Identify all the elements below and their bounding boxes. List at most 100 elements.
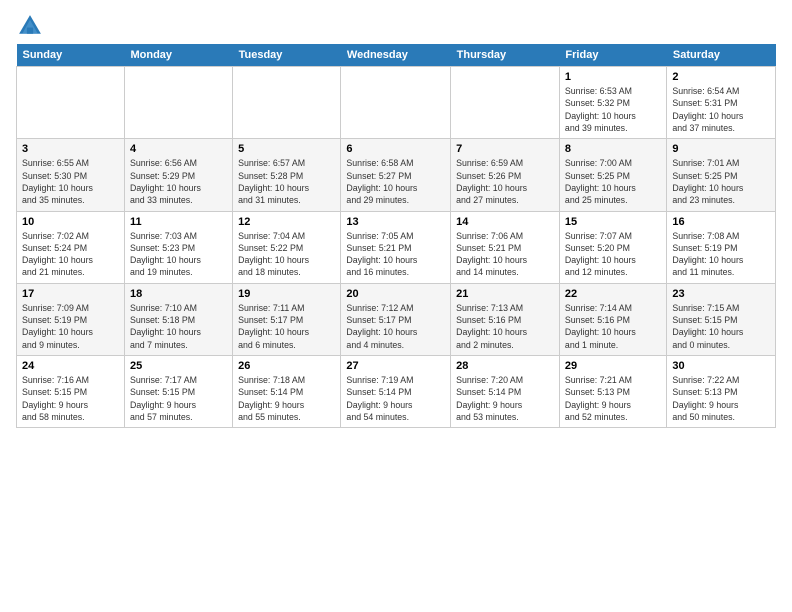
day-number: 9 xyxy=(672,143,770,155)
day-info: Sunrise: 7:20 AM Sunset: 5:14 PM Dayligh… xyxy=(456,374,554,423)
day-number: 23 xyxy=(672,288,770,300)
day-info: Sunrise: 7:02 AM Sunset: 5:24 PM Dayligh… xyxy=(22,230,119,279)
day-cell: 11 Sunrise: 7:03 AM Sunset: 5:23 PM Dayli… xyxy=(124,211,232,283)
day-number: 18 xyxy=(130,288,227,300)
day-cell: 29 Sunrise: 7:21 AM Sunset: 5:13 PM Dayli… xyxy=(559,356,666,428)
day-number: 10 xyxy=(22,216,119,228)
col-header-thursday: Thursday xyxy=(451,44,560,67)
day-number: 5 xyxy=(238,143,335,155)
header xyxy=(16,12,776,40)
day-info: Sunrise: 7:10 AM Sunset: 5:18 PM Dayligh… xyxy=(130,302,227,351)
day-number: 19 xyxy=(238,288,335,300)
col-header-sunday: Sunday xyxy=(17,44,125,67)
day-number: 30 xyxy=(672,360,770,372)
day-info: Sunrise: 7:22 AM Sunset: 5:13 PM Dayligh… xyxy=(672,374,770,423)
day-number: 12 xyxy=(238,216,335,228)
day-info: Sunrise: 7:16 AM Sunset: 5:15 PM Dayligh… xyxy=(22,374,119,423)
day-number: 28 xyxy=(456,360,554,372)
day-number: 2 xyxy=(672,71,770,83)
day-cell: 6 Sunrise: 6:58 AM Sunset: 5:27 PM Daylig… xyxy=(341,139,451,211)
col-header-friday: Friday xyxy=(559,44,666,67)
day-info: Sunrise: 7:01 AM Sunset: 5:25 PM Dayligh… xyxy=(672,157,770,206)
day-number: 13 xyxy=(346,216,445,228)
day-info: Sunrise: 7:12 AM Sunset: 5:17 PM Dayligh… xyxy=(346,302,445,351)
day-number: 4 xyxy=(130,143,227,155)
day-info: Sunrise: 6:57 AM Sunset: 5:28 PM Dayligh… xyxy=(238,157,335,206)
day-cell xyxy=(17,67,125,139)
day-info: Sunrise: 7:17 AM Sunset: 5:15 PM Dayligh… xyxy=(130,374,227,423)
day-cell: 12 Sunrise: 7:04 AM Sunset: 5:22 PM Dayli… xyxy=(233,211,341,283)
day-cell: 28 Sunrise: 7:20 AM Sunset: 5:14 PM Dayli… xyxy=(451,356,560,428)
day-number: 11 xyxy=(130,216,227,228)
day-cell: 14Sunrise: 7:06 AM Sunset: 5:21 PM Dayli… xyxy=(451,211,560,283)
day-number: 6 xyxy=(346,143,445,155)
day-info: Sunrise: 7:11 AM Sunset: 5:17 PM Dayligh… xyxy=(238,302,335,351)
page: SundayMondayTuesdayWednesdayThursdayFrid… xyxy=(0,0,792,440)
day-cell: 1 Sunrise: 6:53 AM Sunset: 5:32 PM Daylig… xyxy=(559,67,666,139)
day-cell: 22 Sunrise: 7:14 AM Sunset: 5:16 PM Dayli… xyxy=(559,283,666,355)
day-cell: 3 Sunrise: 6:55 AM Sunset: 5:30 PM Daylig… xyxy=(17,139,125,211)
day-info: Sunrise: 6:54 AM Sunset: 5:31 PM Dayligh… xyxy=(672,85,770,134)
day-info: Sunrise: 7:19 AM Sunset: 5:14 PM Dayligh… xyxy=(346,374,445,423)
day-number: 1 xyxy=(565,71,661,83)
day-info: Sunrise: 7:14 AM Sunset: 5:16 PM Dayligh… xyxy=(565,302,661,351)
day-number: 21 xyxy=(456,288,554,300)
week-row-3: 10 Sunrise: 7:02 AM Sunset: 5:24 PM Dayli… xyxy=(17,211,776,283)
day-cell xyxy=(451,67,560,139)
day-cell: 17Sunrise: 7:09 AM Sunset: 5:19 PM Dayli… xyxy=(17,283,125,355)
day-info: Sunrise: 6:58 AM Sunset: 5:27 PM Dayligh… xyxy=(346,157,445,206)
col-header-wednesday: Wednesday xyxy=(341,44,451,67)
day-info: Sunrise: 7:05 AM Sunset: 5:21 PM Dayligh… xyxy=(346,230,445,279)
week-row-2: 3 Sunrise: 6:55 AM Sunset: 5:30 PM Daylig… xyxy=(17,139,776,211)
day-number: 7 xyxy=(456,143,554,155)
day-info: Sunrise: 7:08 AM Sunset: 5:19 PM Dayligh… xyxy=(672,230,770,279)
day-cell: 20 Sunrise: 7:12 AM Sunset: 5:17 PM Dayli… xyxy=(341,283,451,355)
day-number: 8 xyxy=(565,143,661,155)
day-info: Sunrise: 7:13 AM Sunset: 5:16 PM Dayligh… xyxy=(456,302,554,351)
day-cell: 18 Sunrise: 7:10 AM Sunset: 5:18 PM Dayli… xyxy=(124,283,232,355)
day-number: 26 xyxy=(238,360,335,372)
day-cell: 23 Sunrise: 7:15 AM Sunset: 5:15 PM Dayli… xyxy=(667,283,776,355)
day-cell: 19 Sunrise: 7:11 AM Sunset: 5:17 PM Dayli… xyxy=(233,283,341,355)
day-info: Sunrise: 7:18 AM Sunset: 5:14 PM Dayligh… xyxy=(238,374,335,423)
day-cell: 2 Sunrise: 6:54 AM Sunset: 5:31 PM Daylig… xyxy=(667,67,776,139)
week-row-4: 17Sunrise: 7:09 AM Sunset: 5:19 PM Dayli… xyxy=(17,283,776,355)
day-cell: 25Sunrise: 7:17 AM Sunset: 5:15 PM Dayli… xyxy=(124,356,232,428)
day-info: Sunrise: 7:04 AM Sunset: 5:22 PM Dayligh… xyxy=(238,230,335,279)
day-number: 15 xyxy=(565,216,661,228)
day-number: 29 xyxy=(565,360,661,372)
day-cell: 26 Sunrise: 7:18 AM Sunset: 5:14 PM Dayli… xyxy=(233,356,341,428)
day-cell: 7 Sunrise: 6:59 AM Sunset: 5:26 PM Daylig… xyxy=(451,139,560,211)
day-number: 3 xyxy=(22,143,119,155)
day-info: Sunrise: 6:53 AM Sunset: 5:32 PM Dayligh… xyxy=(565,85,661,134)
col-header-saturday: Saturday xyxy=(667,44,776,67)
day-cell: 16Sunrise: 7:08 AM Sunset: 5:19 PM Dayli… xyxy=(667,211,776,283)
day-info: Sunrise: 6:59 AM Sunset: 5:26 PM Dayligh… xyxy=(456,157,554,206)
day-cell: 30 Sunrise: 7:22 AM Sunset: 5:13 PM Dayli… xyxy=(667,356,776,428)
day-cell: 5 Sunrise: 6:57 AM Sunset: 5:28 PM Daylig… xyxy=(233,139,341,211)
day-info: Sunrise: 7:21 AM Sunset: 5:13 PM Dayligh… xyxy=(565,374,661,423)
day-cell xyxy=(341,67,451,139)
day-number: 24 xyxy=(22,360,119,372)
day-cell: 9 Sunrise: 7:01 AM Sunset: 5:25 PM Daylig… xyxy=(667,139,776,211)
logo-icon xyxy=(16,12,44,40)
day-cell xyxy=(124,67,232,139)
logo xyxy=(16,12,48,40)
day-cell: 4 Sunrise: 6:56 AM Sunset: 5:29 PM Daylig… xyxy=(124,139,232,211)
col-header-tuesday: Tuesday xyxy=(233,44,341,67)
week-row-1: 1 Sunrise: 6:53 AM Sunset: 5:32 PM Daylig… xyxy=(17,67,776,139)
day-cell: 15Sunrise: 7:07 AM Sunset: 5:20 PM Dayli… xyxy=(559,211,666,283)
day-info: Sunrise: 6:56 AM Sunset: 5:29 PM Dayligh… xyxy=(130,157,227,206)
day-cell: 24 Sunrise: 7:16 AM Sunset: 5:15 PM Dayli… xyxy=(17,356,125,428)
day-number: 20 xyxy=(346,288,445,300)
day-cell: 10 Sunrise: 7:02 AM Sunset: 5:24 PM Dayli… xyxy=(17,211,125,283)
day-info: Sunrise: 7:03 AM Sunset: 5:23 PM Dayligh… xyxy=(130,230,227,279)
day-number: 22 xyxy=(565,288,661,300)
day-cell: 8Sunrise: 7:00 AM Sunset: 5:25 PM Daylig… xyxy=(559,139,666,211)
day-cell: 21 Sunrise: 7:13 AM Sunset: 5:16 PM Dayli… xyxy=(451,283,560,355)
day-number: 17 xyxy=(22,288,119,300)
day-info: Sunrise: 7:15 AM Sunset: 5:15 PM Dayligh… xyxy=(672,302,770,351)
col-header-monday: Monday xyxy=(124,44,232,67)
day-info: Sunrise: 6:55 AM Sunset: 5:30 PM Dayligh… xyxy=(22,157,119,206)
day-cell: 27Sunrise: 7:19 AM Sunset: 5:14 PM Dayli… xyxy=(341,356,451,428)
